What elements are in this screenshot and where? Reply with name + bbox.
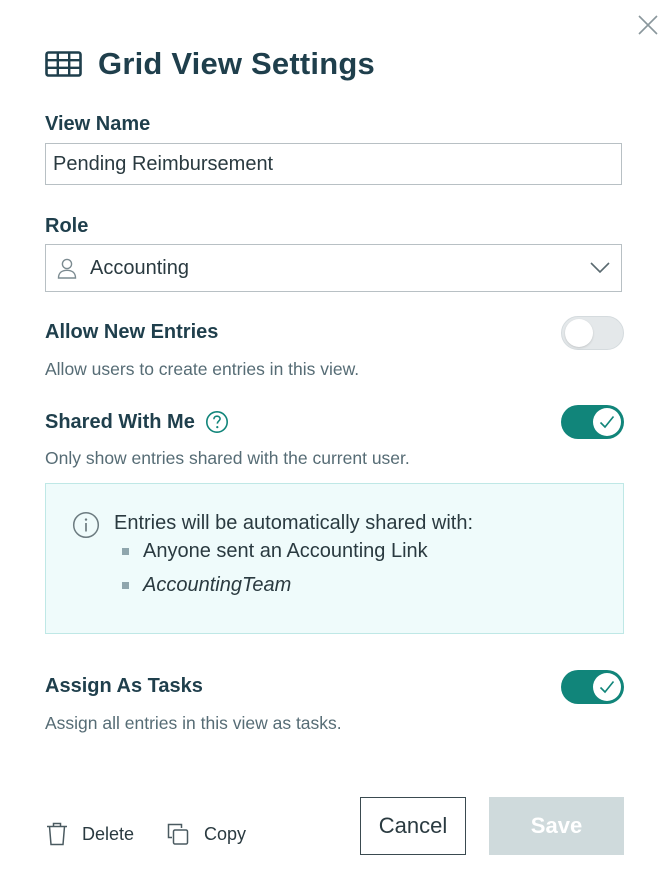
share-info-item: AccountingTeam — [143, 574, 292, 596]
delete-button[interactable]: Delete — [46, 822, 134, 846]
list-item: Anyone sent an Accounting Link — [122, 540, 428, 563]
close-icon — [638, 15, 658, 35]
trash-icon — [47, 822, 67, 846]
grid-table-icon — [45, 51, 82, 77]
page-title: Grid View Settings — [98, 46, 375, 81]
assign-as-tasks-toggle[interactable] — [561, 670, 624, 704]
save-button[interactable]: Save — [489, 797, 624, 855]
role-select[interactable]: Accounting — [45, 244, 622, 292]
check-icon — [599, 680, 615, 694]
copy-icon — [167, 823, 189, 845]
shared-with-me-description: Only show entries shared with the curren… — [45, 448, 410, 468]
bullet-marker — [122, 548, 129, 555]
cancel-button[interactable]: Cancel — [360, 797, 466, 855]
dialog-header: Grid View Settings — [45, 44, 375, 84]
delete-label: Delete — [82, 823, 135, 844]
assign-as-tasks-description: Assign all entries in this view as tasks… — [45, 713, 342, 733]
allow-new-entries-description: Allow users to create entries in this vi… — [45, 359, 360, 379]
share-info-message: Entries will be automatically shared wit… — [114, 512, 474, 534]
view-name-input[interactable]: Pending Reimbursement — [45, 143, 622, 185]
shared-with-me-label: Shared With Me — [45, 410, 195, 433]
allow-new-entries-toggle[interactable] — [561, 316, 624, 350]
person-icon — [57, 258, 77, 279]
assign-as-tasks-label: Assign As Tasks — [45, 675, 203, 697]
bullet-marker — [122, 582, 129, 589]
info-icon — [72, 511, 100, 539]
share-info-item: Anyone sent an Accounting Link — [143, 540, 428, 562]
shared-with-me-heading: Shared With Me — [45, 410, 229, 434]
check-icon — [599, 415, 615, 429]
toggle-knob — [593, 408, 621, 436]
shared-with-me-toggle[interactable] — [561, 405, 624, 439]
list-item: AccountingTeam — [122, 574, 291, 597]
view-name-label: View Name — [45, 113, 151, 135]
toggle-knob — [565, 319, 593, 347]
role-label: Role — [45, 215, 89, 237]
toggle-knob — [593, 673, 621, 701]
copy-button[interactable]: Copy — [166, 822, 246, 846]
copy-label: Copy — [204, 823, 247, 844]
chevron-down-icon — [590, 262, 610, 274]
view-name-value: Pending Reimbursement — [53, 152, 274, 175]
question-circle-icon[interactable] — [205, 410, 229, 434]
share-info-box: Entries will be automatically shared wit… — [45, 483, 624, 634]
role-value: Accounting — [90, 256, 189, 279]
allow-new-entries-label: Allow New Entries — [45, 321, 219, 343]
close-button[interactable] — [634, 12, 662, 40]
